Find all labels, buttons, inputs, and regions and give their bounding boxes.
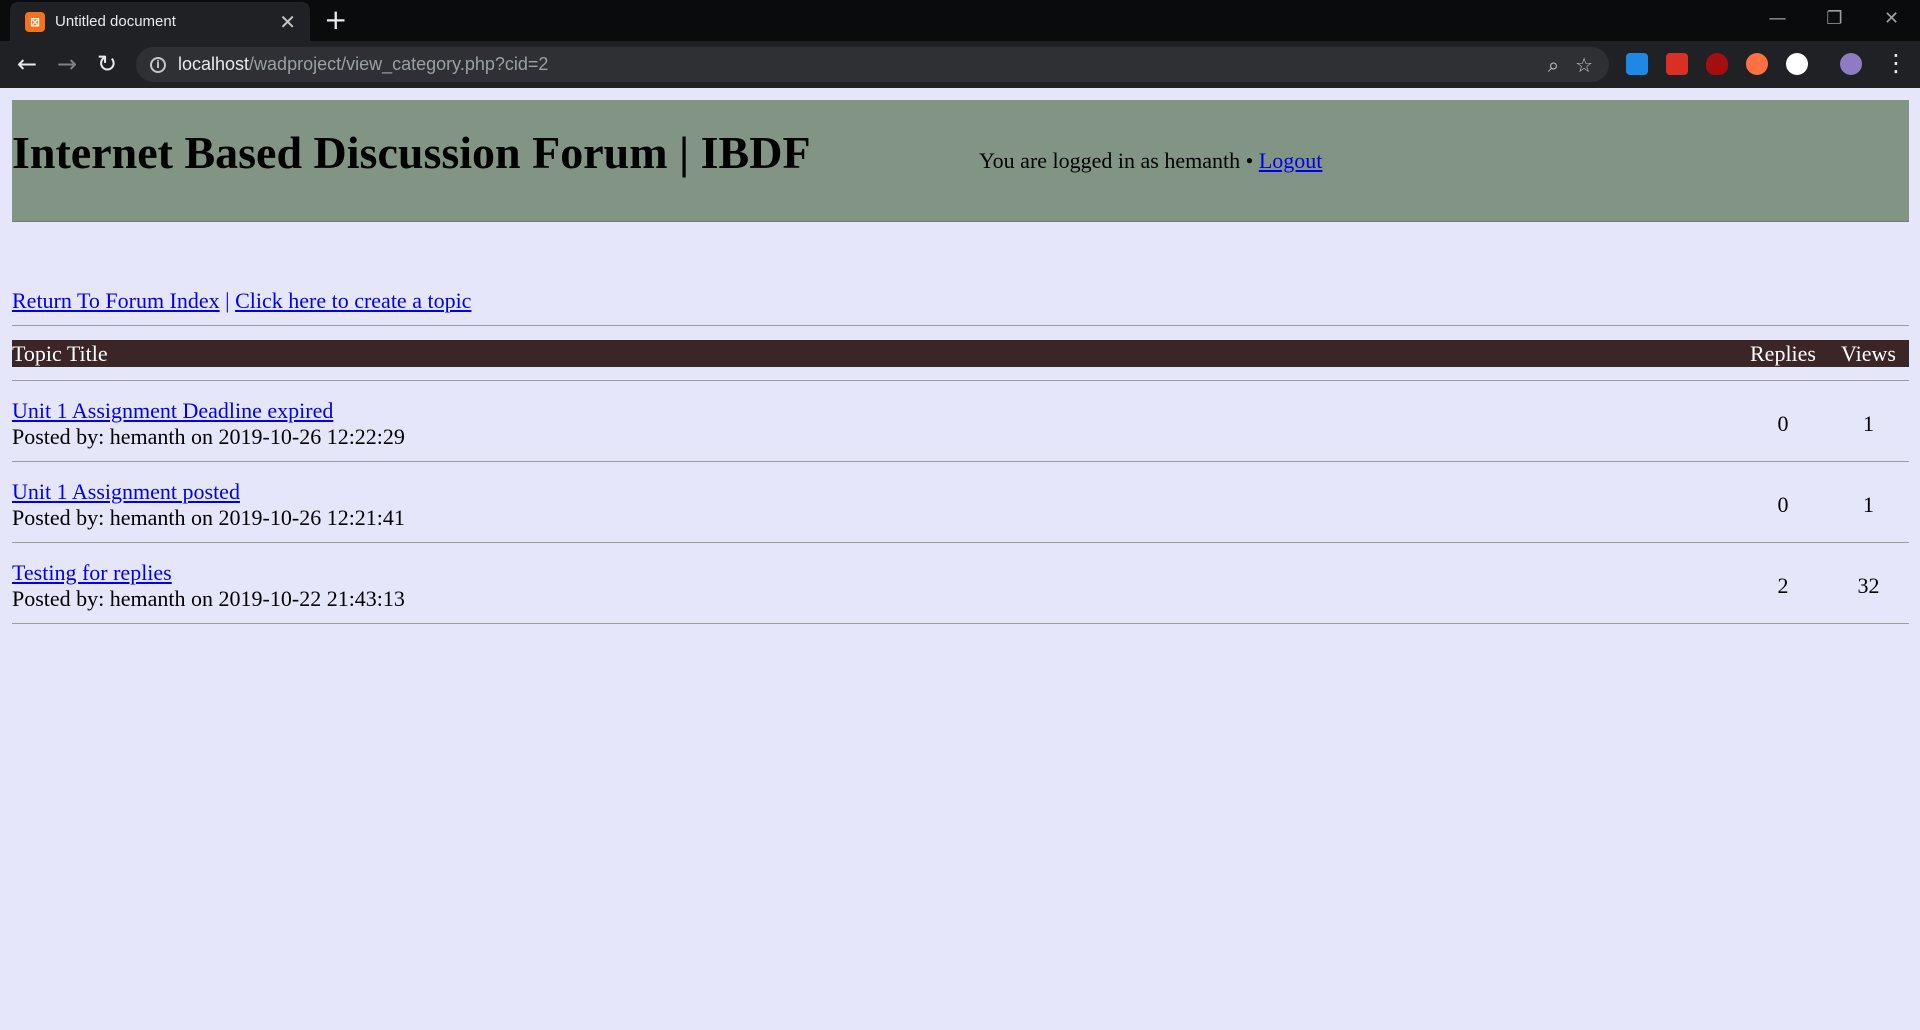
window-controls: — ❐ ✕ (1749, 0, 1920, 41)
table-header: Topic Title Replies Views (12, 340, 1909, 367)
extension-icon-2[interactable] (1666, 53, 1688, 75)
forward-arrow-icon[interactable]: → (52, 49, 82, 79)
browser-tab[interactable]: ⊠ Untitled document ✕ (10, 2, 310, 41)
star-icon[interactable]: ☆ (1575, 53, 1593, 77)
logged-in-text: You are logged in as hemanth • (979, 148, 1254, 173)
url-text[interactable]: localhost/wadproject/view_category.php?c… (178, 54, 1548, 75)
divider (12, 542, 1909, 543)
table-row: Unit 1 Assignment Deadline expired Poste… (12, 390, 1909, 450)
divider (12, 623, 1909, 624)
close-icon[interactable]: ✕ (279, 10, 296, 34)
logout-link[interactable]: Logout (1259, 148, 1323, 173)
reload-icon[interactable]: ↻ (92, 49, 122, 79)
browser-toolbar: ← → ↻ i localhost/wadproject/view_catego… (0, 41, 1920, 88)
divider (12, 325, 1909, 326)
extension-icon-1[interactable] (1626, 53, 1648, 75)
extension-icon-4[interactable] (1746, 53, 1768, 75)
zoom-icon[interactable]: ⌕ (1548, 53, 1559, 77)
table-row: Testing for replies Posted by: hemanth o… (12, 552, 1909, 612)
topic-meta: Posted by: hemanth on 2019-10-26 12:21:4… (12, 505, 405, 530)
topic-link[interactable]: Testing for replies (12, 560, 172, 586)
site-title: Internet Based Discussion Forum | IBDF (12, 127, 811, 178)
topic-meta: Posted by: hemanth on 2019-10-22 21:43:1… (12, 586, 405, 611)
xampp-favicon-icon: ⊠ (25, 11, 45, 32)
tab-title: Untitled document (55, 13, 176, 30)
window-close-icon[interactable]: ✕ (1863, 0, 1920, 41)
create-topic-link[interactable]: Click here to create a topic (235, 288, 471, 313)
table-row: Unit 1 Assignment posted Posted by: hema… (12, 471, 1909, 531)
ublock-icon[interactable] (1706, 53, 1728, 75)
topic-link[interactable]: Unit 1 Assignment Deadline expired (12, 398, 333, 424)
views-count: 1 (1863, 492, 1874, 517)
back-arrow-icon[interactable]: ← (12, 49, 42, 79)
divider (12, 380, 1909, 381)
replies-count: 0 (1777, 492, 1789, 517)
views-count: 1 (1863, 411, 1874, 436)
divider (12, 461, 1909, 462)
return-to-index-link[interactable]: Return To Forum Index (12, 288, 220, 313)
breadcrumb: Return To Forum Index | Click here to cr… (12, 288, 471, 314)
menu-dots-icon[interactable]: ⋮ (1884, 49, 1908, 77)
info-icon[interactable]: i (150, 56, 166, 73)
login-status: You are logged in as hemanth • Logout (979, 148, 1322, 174)
topic-title-header: Topic Title (12, 341, 108, 366)
new-tab-plus-icon[interactable]: + (324, 6, 347, 34)
minimize-icon[interactable]: — (1749, 0, 1806, 41)
topic-link[interactable]: Unit 1 Assignment posted (12, 479, 240, 505)
speedometer-icon[interactable] (1786, 53, 1808, 75)
tab-strip: ⊠ Untitled document ✕ + — ❐ ✕ (0, 0, 1920, 41)
profile-avatar[interactable] (1840, 53, 1862, 75)
breadcrumb-separator: | (225, 288, 230, 313)
restore-icon[interactable]: ❐ (1806, 0, 1863, 41)
replies-count: 2 (1777, 573, 1789, 598)
replies-count: 0 (1777, 411, 1789, 436)
replies-header: Replies (1750, 341, 1816, 366)
topic-meta: Posted by: hemanth on 2019-10-26 12:22:2… (12, 424, 405, 449)
address-bar[interactable]: i localhost/wadproject/view_category.php… (136, 47, 1609, 82)
views-header: Views (1841, 341, 1896, 366)
site-header: Internet Based Discussion Forum | IBDF Y… (12, 100, 1909, 222)
views-count: 32 (1857, 573, 1880, 598)
